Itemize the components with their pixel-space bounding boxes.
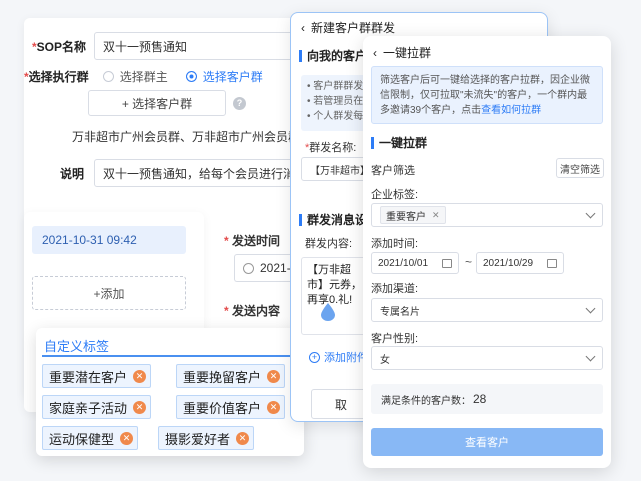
- content-textarea[interactable]: 【万非超市】元券，再享0.礼!: [301, 257, 371, 335]
- tag-item[interactable]: 重要挽留客户 ✕: [176, 364, 286, 388]
- how-to-link[interactable]: 查看如何拉群: [481, 105, 541, 116]
- custom-tags-title: 自定义标签: [44, 339, 110, 354]
- remove-tag-icon[interactable]: ✕: [267, 400, 281, 414]
- add-attachment-link[interactable]: + 添加附件: [309, 349, 368, 365]
- clock-icon: [243, 262, 254, 274]
- tag-item[interactable]: 家庭亲子活动 ✕: [42, 395, 152, 419]
- customer-count: 满足条件的客户数： 28: [371, 384, 603, 414]
- mass-send-name-input[interactable]: 【万非超市】: [301, 157, 371, 181]
- tag-label: 企业标签:: [371, 189, 419, 201]
- pull-group-section: 一键拉群: [371, 134, 427, 151]
- calendar-icon: [547, 258, 557, 268]
- add-time-label: 添加时间:: [371, 238, 419, 250]
- chip-close-icon[interactable]: ✕: [432, 210, 440, 221]
- cancel-button[interactable]: 取: [311, 389, 371, 419]
- tag-select[interactable]: 重要客户 ✕: [371, 203, 603, 227]
- remove-tag-icon[interactable]: ✕: [236, 431, 250, 445]
- channel-label: 添加渠道:: [371, 283, 419, 295]
- sop-name-value: 双十一预售通知: [103, 39, 188, 54]
- custom-tags-divider: [42, 355, 298, 357]
- sop-name-row: *SOP名称 双十一预售通知: [32, 32, 324, 60]
- radio-owner[interactable]: 选择群主: [102, 68, 168, 85]
- schedule-time-chip[interactable]: 2021-10-31 09:42: [32, 226, 186, 254]
- back-icon[interactable]: ‹: [301, 21, 305, 35]
- view-customers-button[interactable]: 查看客户: [371, 428, 603, 456]
- pick-group-button[interactable]: + 选择客户群: [88, 90, 226, 116]
- chevron-down-icon: [585, 208, 596, 218]
- remove-tag-icon[interactable]: ✕: [120, 431, 134, 445]
- remove-tag-icon[interactable]: ✕: [133, 400, 147, 414]
- add-schedule-button[interactable]: +添加: [32, 276, 186, 310]
- remove-tag-icon[interactable]: ✕: [133, 369, 147, 383]
- pull-group-panel: ‹ 一键拉群 筛选客户后可一键给选择的客户拉群，因企业微信限制，仅可拉取"未流失"…: [363, 36, 611, 468]
- tag-chip: 重要客户 ✕: [380, 206, 446, 224]
- desc-input[interactable]: 双十一预售通知，给每个会员进行消息推送: [94, 159, 305, 187]
- screen: *SOP名称 双十一预售通知 *选择执行群 选择群主 选择客户群 + 选择客户群…: [0, 0, 641, 481]
- tag-item[interactable]: 运动保健型 ✕: [42, 426, 139, 450]
- send-content-label: * 发送内容: [224, 304, 281, 318]
- remove-tag-icon[interactable]: ✕: [267, 369, 281, 383]
- gender-label: 客户性别:: [371, 333, 419, 345]
- desc-value: 双十一预售通知，给每个会员进行消息推送: [103, 166, 303, 181]
- radio-owner-icon: [102, 71, 114, 82]
- drop-pin-icon: [321, 303, 335, 321]
- chevron-down-icon: [585, 303, 596, 313]
- tag-item[interactable]: 重要潜在客户 ✕: [42, 364, 152, 388]
- gender-select[interactable]: 女: [371, 346, 603, 370]
- sop-name-label: *SOP名称: [32, 39, 87, 54]
- chevron-down-icon: [585, 351, 596, 361]
- mass-send-name-label: *群发名称:: [305, 142, 357, 154]
- calendar-icon: [442, 258, 452, 268]
- radio-group-icon: [185, 71, 197, 82]
- desc-row: 说明 双十一预售通知，给每个会员进行消息推送: [60, 159, 305, 187]
- custom-tags-card: 自定义标签 重要潜在客户 ✕ 重要挽留客户 ✕ 家庭亲子活动 ✕ 重要价值客户 ✕ 运动…: [36, 328, 304, 456]
- pick-group-row: + 选择客户群 ?: [88, 90, 246, 116]
- back-icon[interactable]: ‹: [373, 46, 377, 60]
- tag-item[interactable]: 重要价值客户 ✕: [176, 395, 286, 419]
- filter-label: 客户筛选: [371, 165, 415, 177]
- channel-select[interactable]: 专属名片: [371, 298, 603, 322]
- date-end-input[interactable]: 2021/10/29: [476, 252, 564, 274]
- radio-group[interactable]: 选择客户群: [185, 68, 263, 85]
- desc-label: 说明: [60, 166, 85, 181]
- pull-group-notice: 筛选客户后可一键给选择的客户拉群，因企业微信限制，仅可拉取"未流失"的客户，一个…: [371, 66, 603, 124]
- pull-group-header: ‹ 一键拉群: [373, 46, 432, 60]
- tag-item[interactable]: 摄影爱好者 ✕: [158, 426, 255, 450]
- send-time-label: * 发送时间: [224, 234, 281, 248]
- clear-filter-button[interactable]: 清空筛选: [556, 158, 604, 178]
- selected-groups: 万非超市广州会员群、万非超市广州会员群07，: [72, 130, 326, 144]
- date-separator: ~: [465, 255, 473, 269]
- plus-circle-icon: +: [309, 351, 320, 363]
- group-select-label: *选择执行群: [24, 70, 89, 84]
- help-icon[interactable]: ?: [233, 96, 246, 110]
- group-select-row: *选择执行群 选择群主 选择客户群: [24, 68, 263, 85]
- content-label: 群发内容:: [305, 238, 353, 250]
- mass-send-header: ‹ 新建客户群群发: [301, 21, 396, 35]
- date-start-input[interactable]: 2021/10/01: [371, 252, 459, 274]
